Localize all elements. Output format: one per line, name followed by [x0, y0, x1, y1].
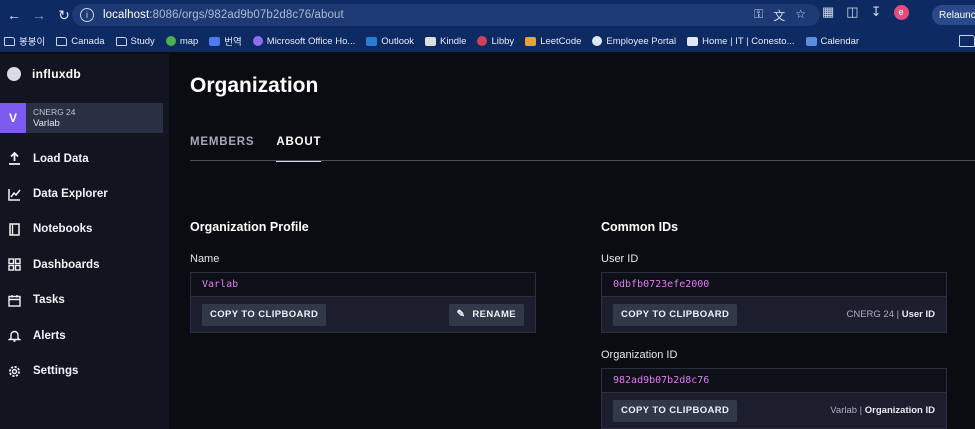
bookmark-link[interactable]: Microsoft Office Ho... [252, 36, 355, 47]
common-ids-title: Common IDs [601, 220, 679, 234]
back-icon[interactable]: ← [3, 4, 25, 26]
copy-org-id-button[interactable]: COPY TO CLIPBOARD [613, 399, 738, 422]
name-panel: Varlab COPY TO CLIPBOARD ✎ RENAME [190, 272, 536, 333]
name-label: Name [190, 253, 220, 265]
org-id-meta: Varlab | Organization ID [830, 405, 935, 416]
office-icon [252, 36, 263, 46]
other-bookmarks-folder-icon[interactable] [959, 35, 975, 47]
influxdb-logo-icon [7, 67, 21, 81]
folder-icon [56, 36, 68, 46]
outlook-icon [366, 36, 378, 46]
extensions-puzzle-icon[interactable]: ◫ [846, 4, 858, 20]
name-value: Varlab [191, 273, 535, 297]
nav-menu: Load Data Data Explorer Notebooks Dashbo… [0, 141, 169, 389]
bookmark-link[interactable]: Calendar [805, 36, 859, 47]
nav-item-load-data[interactable]: Load Data [0, 141, 169, 176]
map-pin-icon [165, 36, 176, 46]
bookmark-folder[interactable]: Study [115, 36, 155, 47]
tab-members[interactable]: MEMBERS [190, 136, 254, 162]
brand[interactable]: influxdb [0, 54, 169, 94]
bookmarks-bar: 봉봉이 Canada Study map 번역 Microsoft Office… [0, 30, 975, 52]
org-name: CNERG 24 [33, 107, 76, 117]
calendar-icon [805, 36, 817, 46]
folder-icon [4, 36, 15, 46]
gear-icon [7, 364, 21, 378]
bookmark-link[interactable]: Home | IT | Conesto... [687, 36, 795, 47]
address-bar[interactable]: i localhost:8086/orgs/982ad9b07b2d8c76/a… [72, 4, 820, 26]
rename-button[interactable]: ✎ RENAME [448, 303, 524, 326]
bookmark-link[interactable]: LeetCode [525, 36, 581, 47]
graph-icon [7, 187, 21, 201]
bookmark-link[interactable]: Libby [477, 36, 514, 47]
libby-icon [477, 36, 488, 46]
user-id-label: User ID [601, 253, 639, 265]
leetcode-icon [525, 36, 537, 46]
globe-icon [592, 36, 603, 46]
forward-icon[interactable]: → [28, 4, 50, 26]
org-id-panel: 982ad9b07b2d8c76 COPY TO CLIPBOARD Varla… [601, 368, 947, 429]
org-switcher[interactable]: V CNERG 24 Varlab [0, 103, 163, 133]
tab-about[interactable]: ABOUT [276, 136, 322, 162]
bookmark-folder[interactable]: 봉봉이 [4, 34, 45, 48]
org-profile-title: Organization Profile [190, 220, 309, 234]
org-avatar: V [0, 103, 26, 133]
bookmark-link[interactable]: Outlook [366, 36, 414, 47]
bookmark-link[interactable]: 번역 [209, 34, 242, 48]
page-title: Organization [190, 74, 319, 97]
nav-item-dashboards[interactable]: Dashboards [0, 247, 169, 282]
brand-name: influxdb [32, 67, 82, 81]
tabs: MEMBERS ABOUT [190, 136, 343, 162]
user-id-value: 0dbfb0723efe2000 [602, 273, 946, 297]
bookmark-folder[interactable]: Canada [56, 36, 105, 47]
bookmark-link[interactable]: Employee Portal [592, 36, 676, 47]
kindle-icon [425, 36, 437, 46]
pencil-icon: ✎ [456, 309, 466, 320]
folder-icon [115, 36, 127, 46]
profile-avatar[interactable]: e [893, 4, 909, 20]
url-text: localhost:8086/orgs/982ad9b07b2d8c76/abo… [103, 9, 344, 21]
copy-name-button[interactable]: COPY TO CLIPBOARD [202, 303, 327, 326]
site-info-icon[interactable]: i [80, 8, 94, 22]
org-id-label: Organization ID [601, 349, 678, 361]
tabs-divider [190, 160, 975, 161]
bookmark-link[interactable]: map [165, 36, 198, 47]
bell-icon [7, 329, 21, 343]
dashboard-icon [7, 258, 21, 272]
sidebar: influxdb V CNERG 24 Varlab Load Data Dat… [0, 54, 169, 429]
nav-item-notebooks[interactable]: Notebooks [0, 212, 169, 247]
page-icon [687, 36, 699, 46]
copy-user-id-button[interactable]: COPY TO CLIPBOARD [613, 303, 738, 326]
upload-icon [7, 152, 21, 166]
relaunch-button[interactable]: Relaunch [932, 5, 975, 25]
calendar-icon [7, 293, 21, 307]
org-id-value: 982ad9b07b2d8c76 [602, 369, 946, 393]
translate-icon[interactable]: 文 [773, 7, 785, 24]
download-icon[interactable]: ↧ [871, 4, 882, 20]
org-user: Varlab [33, 118, 60, 129]
user-id-panel: 0dbfb0723efe2000 COPY TO CLIPBOARD CNERG… [601, 272, 947, 333]
nav-item-alerts[interactable]: Alerts [0, 318, 169, 353]
translate-icon [209, 36, 221, 46]
extension-icon[interactable]: ▦ [822, 4, 834, 20]
main-content: Organization MEMBERS ABOUT Organization … [169, 54, 975, 429]
user-id-meta: CNERG 24 | User ID [846, 309, 935, 320]
notebook-icon [7, 222, 21, 236]
password-key-icon[interactable]: ⚿ [754, 7, 763, 24]
nav-item-data-explorer[interactable]: Data Explorer [0, 176, 169, 211]
nav-item-settings[interactable]: Settings [0, 353, 169, 388]
bookmark-star-icon[interactable]: ☆ [795, 7, 806, 24]
bookmark-link[interactable]: Kindle [425, 36, 466, 47]
nav-item-tasks[interactable]: Tasks [0, 283, 169, 318]
